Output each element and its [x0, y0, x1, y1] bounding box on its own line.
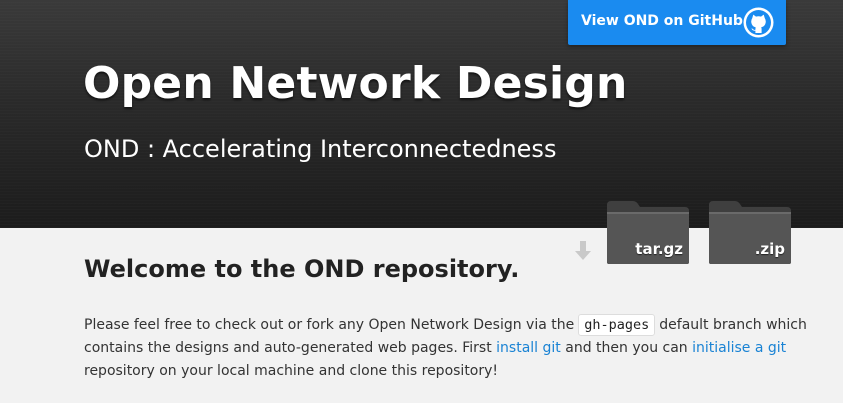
- github-octocat-icon: [743, 7, 774, 38]
- main-content: Welcome to the OND repository.: [84, 255, 804, 283]
- github-button-label: View OND on GitHub: [581, 13, 743, 29]
- paragraph-text: repository on your local machine and clo…: [84, 363, 499, 379]
- paragraph-text: and then you can: [565, 340, 688, 356]
- initialise-git-link[interactable]: initialise a git: [692, 340, 786, 356]
- install-git-link[interactable]: install git: [496, 340, 561, 356]
- section-heading: Welcome to the OND repository.: [84, 255, 520, 283]
- view-on-github-button[interactable]: View OND on GitHub: [568, 0, 786, 45]
- intro-paragraph: Please feel free to check out or fork an…: [84, 314, 814, 383]
- site-title: Open Network Design: [83, 58, 628, 109]
- site-tagline: OND : Accelerating Interconnectedness: [84, 135, 557, 163]
- branch-code: gh-pages: [578, 314, 656, 336]
- paragraph-text: Please feel free to check out or fork an…: [84, 317, 575, 333]
